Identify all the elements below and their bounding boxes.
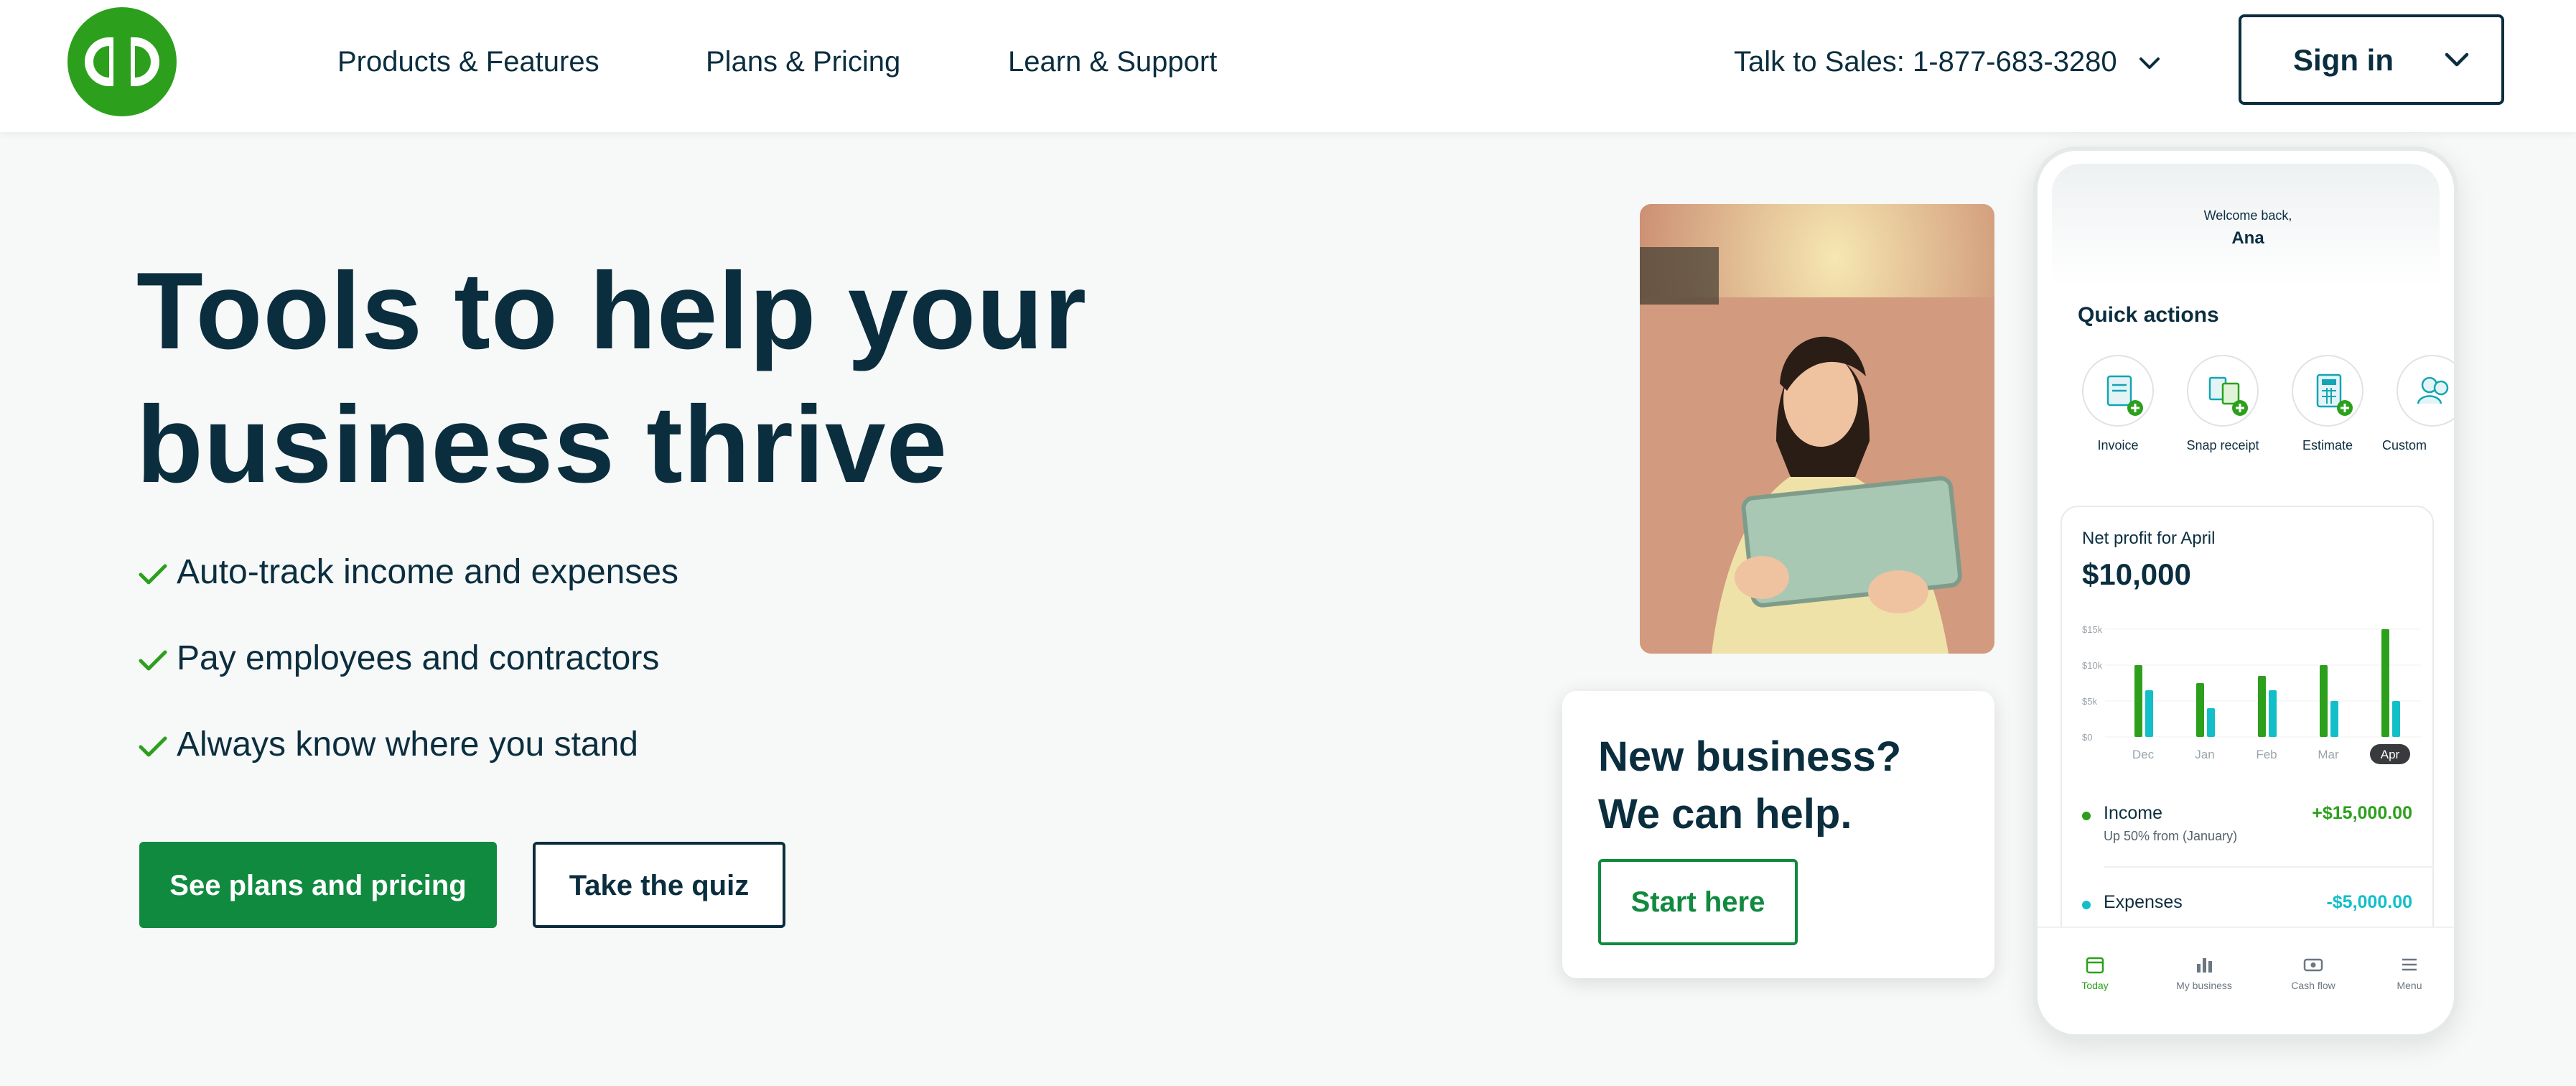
welcome-text: Welcome back, [2203, 208, 2292, 223]
phone-mockup: Welcome back, Ana Quick actions Invoice … [2033, 147, 2458, 1039]
user-name: Ana [2231, 228, 2264, 248]
customer-icon [2417, 376, 2449, 404]
bar-income [2258, 676, 2266, 737]
feature-text: Pay employees and contractors [177, 639, 660, 677]
new-business-promo-card: New business? We can help. Start here [1562, 691, 1994, 978]
tab-label: My business [2176, 980, 2232, 991]
y-tick-label: $15k [2082, 624, 2103, 635]
sign-in-label: Sign in [2293, 43, 2394, 77]
phone-tab-bar: Today My business Cash flow Menu [2038, 927, 2454, 1034]
income-dot [2082, 812, 2091, 820]
site-header: Products & Features Plans & Pricing Lear… [0, 0, 2576, 132]
divider [2104, 866, 2434, 868]
bar-chart-icon [2197, 958, 2212, 973]
x-tick-label: Mar [2318, 748, 2339, 761]
tab-my-business[interactable]: My business [2161, 954, 2247, 991]
y-tick-label: $10k [2082, 660, 2103, 671]
quick-action-customer[interactable] [2397, 355, 2454, 427]
see-plans-pricing-button[interactable]: See plans and pricing [139, 842, 497, 928]
bar-expenses [2392, 701, 2400, 737]
expenses-dot [2082, 901, 2091, 909]
checkmark-icon [139, 564, 167, 585]
tab-menu[interactable]: Menu [2366, 954, 2453, 991]
bar-expenses [2330, 701, 2338, 737]
quick-action-label: Custom [2382, 438, 2427, 452]
nav-products-features[interactable]: Products & Features [337, 42, 599, 82]
promo-title-line-2: We can help. [1598, 791, 1852, 837]
receipt-icon [2208, 376, 2248, 416]
bar-expenses [2207, 708, 2215, 737]
tab-label: Today [2081, 980, 2109, 991]
x-tick-label: Jan [2195, 748, 2214, 761]
calendar-icon [2086, 957, 2104, 974]
income-row: Income +$15,000.00 Up 50% from (January) [2082, 803, 2412, 846]
quick-actions-title: Quick actions [2078, 303, 2219, 327]
promo-title: New business? We can help. [1598, 728, 1971, 843]
profit-bar-chart: $15k $10k $5k $0 Dec Jan Feb Mar Apr [2082, 624, 2421, 764]
y-tick-label: $0 [2082, 732, 2092, 743]
tab-cash-flow[interactable]: Cash flow [2270, 954, 2356, 991]
income-subtext: Up 50% from (January) [2104, 829, 2238, 843]
quick-action-invoice[interactable] [2082, 355, 2154, 427]
talk-to-sales-dropdown[interactable]: Talk to Sales: 1-877-683-3280 [1734, 42, 2164, 82]
bar-income [2320, 665, 2328, 737]
start-here-button[interactable]: Start here [1598, 859, 1798, 945]
feature-text: Always know where you stand [177, 725, 638, 764]
cash-icon [2303, 958, 2323, 972]
checkmark-icon [139, 650, 167, 671]
calculator-icon [2316, 373, 2353, 416]
bar-income [2381, 629, 2389, 737]
bar-expenses [2269, 690, 2277, 737]
talk-to-sales-label: Talk to Sales: 1-877-683-3280 [1734, 46, 2117, 78]
invoice-icon [2106, 375, 2143, 416]
net-profit-label: Net profit for April [2082, 529, 2216, 548]
quick-action-label: Snap receipt [2186, 438, 2259, 452]
nav-learn-support[interactable]: Learn & Support [1008, 42, 1217, 82]
quick-action-label: Estimate [2302, 438, 2353, 452]
x-tick-label: Apr [2381, 748, 2400, 761]
phone-top-area [2052, 164, 2440, 286]
x-tick-label: Feb [2256, 748, 2277, 761]
income-value: +$15,000.00 [2312, 803, 2412, 823]
x-tick-label: Dec [2132, 748, 2155, 761]
headline-line-1: Tools to help your [136, 250, 1088, 372]
tab-today[interactable]: Today [2052, 954, 2138, 991]
quickbooks-logo[interactable] [67, 7, 177, 116]
quick-action-label: Invoice [2097, 438, 2139, 452]
quick-action-snap-receipt[interactable] [2187, 355, 2259, 427]
chevron-down-icon [2445, 52, 2469, 67]
expenses-label: Expenses [2104, 892, 2183, 912]
bar-expenses [2145, 690, 2153, 737]
feature-text: Auto-track income and expenses [177, 553, 679, 591]
headline-line-2: business thrive [136, 384, 948, 506]
tab-label: Menu [2397, 980, 2422, 991]
take-quiz-button[interactable]: Take the quiz [533, 842, 785, 928]
hero-photo-woman-with-tablet [1640, 204, 1994, 654]
qb-logo-icon [85, 37, 159, 86]
hero-headline: Tools to help your business thrive [136, 244, 1213, 511]
y-tick-label: $5k [2082, 696, 2097, 707]
tab-label: Cash flow [2291, 980, 2335, 991]
income-label: Income [2104, 803, 2162, 823]
nav-plans-pricing[interactable]: Plans & Pricing [706, 42, 900, 82]
expenses-value: -$5,000.00 [2326, 892, 2412, 912]
quick-action-estimate[interactable] [2292, 355, 2363, 427]
net-profit-value: $10,000 [2082, 557, 2191, 591]
chevron-down-icon [2139, 57, 2160, 70]
promo-title-line-1: New business? [1598, 733, 1902, 780]
bar-income [2196, 683, 2204, 737]
hamburger-menu-icon [2402, 958, 2417, 971]
photo-illustration [1640, 204, 1994, 654]
bar-income [2134, 665, 2142, 737]
checkmark-icon [139, 736, 167, 757]
sign-in-button[interactable]: Sign in [2239, 14, 2504, 105]
